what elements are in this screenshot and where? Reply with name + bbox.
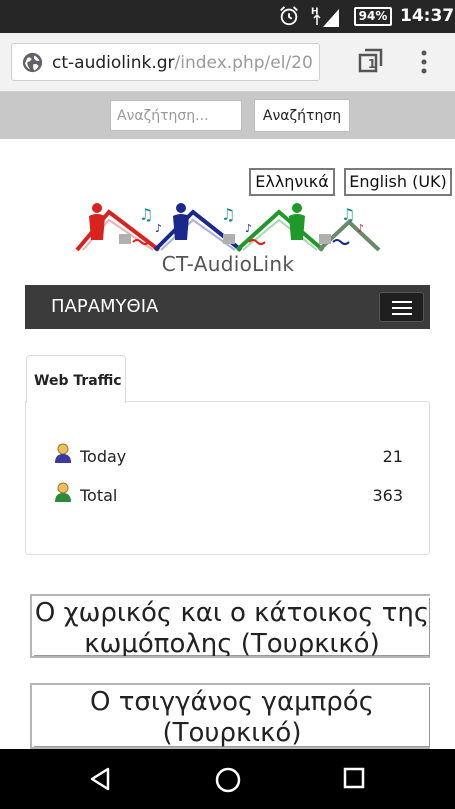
browser-toolbar: ct-audiolink.gr/index.php/el/20 1 [0, 33, 455, 92]
hamburger-bar-icon [392, 313, 412, 315]
svg-text:♪: ♪ [155, 222, 162, 235]
traffic-label: Today [80, 447, 127, 466]
hamburger-bar-icon [392, 301, 412, 303]
hamburger-menu-button[interactable] [379, 292, 424, 322]
url-text: ct-audiolink.gr/index.php/el/20 [52, 53, 313, 73]
system-nav-bar [0, 749, 455, 809]
svg-text:♫: ♫ [139, 205, 153, 224]
traffic-label: Total [80, 486, 118, 505]
search-input[interactable] [110, 100, 242, 131]
search-button[interactable]: Αναζήτηση [254, 99, 350, 132]
traffic-value: 363 [372, 486, 403, 505]
battery-icon: 94% [354, 7, 392, 26]
status-bar: H 94% 14:37 [0, 0, 455, 33]
svg-text:♫: ♫ [221, 205, 235, 224]
recent-apps-icon[interactable] [343, 767, 365, 789]
user-total-icon [55, 482, 71, 502]
home-icon[interactable] [215, 767, 241, 793]
globe-icon [22, 52, 43, 73]
traffic-row-today: Today 21 [53, 443, 403, 469]
search-strip: Αναζήτηση [0, 92, 455, 139]
alarm-icon [280, 6, 298, 26]
story-title[interactable]: Ο τσιγγάνος γαμπρός (Τουρκικό) [32, 685, 430, 747]
story-card[interactable]: Ο χωρικός και ο κάτοικος της κωμόπολης (… [30, 594, 430, 658]
url-domain: ct-audiolink.gr [52, 53, 175, 73]
traffic-value: 21 [382, 447, 403, 466]
nav-title[interactable]: ΠΑΡΑΜΥΘΙΑ [51, 296, 158, 317]
svg-text:♫: ♫ [341, 205, 355, 224]
hamburger-bar-icon [392, 307, 412, 309]
web-traffic-tab[interactable]: Web Traffic [26, 355, 126, 403]
language-english-button[interactable]: English (UK) [344, 168, 452, 196]
main-nav-bar: ΠΑΡΑΜΥΘΙΑ [25, 285, 430, 329]
story-card[interactable]: Ο τσιγγάνος γαμπρός (Τουρκικό) [30, 683, 430, 749]
svg-text:♪: ♪ [357, 222, 364, 235]
logo-text: CT-AudioLink [161, 252, 295, 276]
web-traffic-tab-label: Web Traffic [34, 373, 122, 389]
traffic-row-total: Total 363 [53, 482, 403, 508]
web-traffic-panel: Today 21 Total 363 [25, 401, 430, 555]
back-icon[interactable] [88, 767, 112, 791]
tab-count: 1 [367, 57, 377, 71]
clock-time: 14:37 [400, 6, 455, 26]
address-bar[interactable]: ct-audiolink.gr/index.php/el/20 [11, 43, 320, 81]
more-menu-icon[interactable] [418, 50, 430, 74]
user-today-icon [55, 443, 71, 463]
svg-text:♪: ♪ [245, 222, 252, 235]
story-title[interactable]: Ο χωρικός και ο κάτοικος της κωμόπολης (… [32, 596, 430, 656]
url-path: /index.php/el/20 [174, 53, 313, 73]
language-greek-button[interactable]: Ελληνικά [249, 168, 335, 196]
signal-icon: H [311, 7, 339, 27]
